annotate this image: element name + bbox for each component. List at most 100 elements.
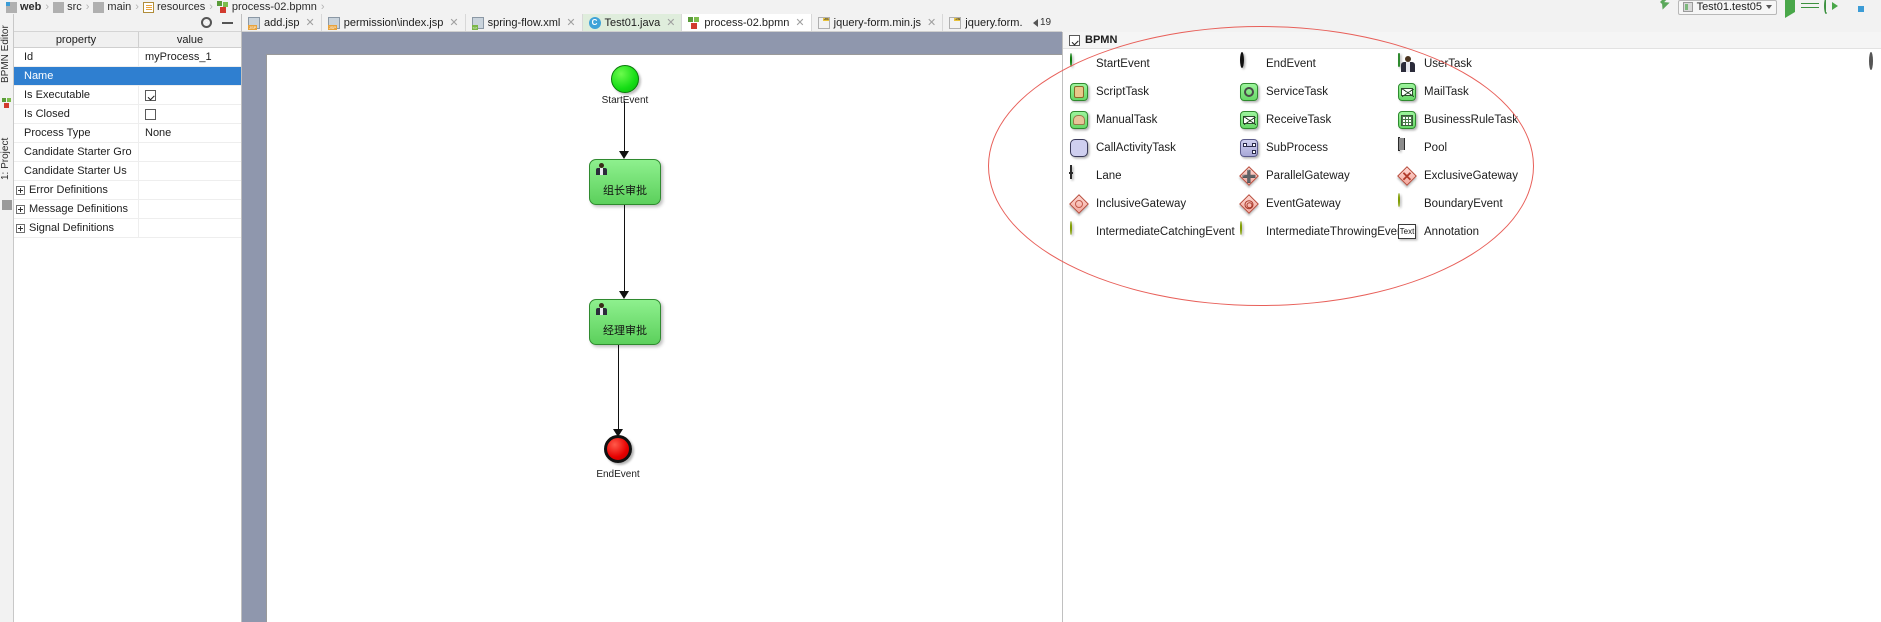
breadcrumb-item-web[interactable]: web bbox=[4, 1, 43, 13]
palette-item-service-task[interactable]: ServiceTask bbox=[1239, 81, 1397, 103]
manual-task-icon bbox=[1069, 110, 1089, 130]
js-file-icon bbox=[949, 16, 962, 29]
green-update-arrow-icon[interactable] bbox=[1658, 0, 1672, 14]
palette-item-sub-process[interactable]: SubProcess bbox=[1239, 137, 1397, 159]
palette-item-manual-task[interactable]: ManualTask bbox=[1069, 109, 1239, 131]
table-row[interactable]: Id myProcess_1 bbox=[14, 48, 241, 67]
property-value[interactable] bbox=[139, 143, 241, 161]
palette-item-mail-task[interactable]: MailTask bbox=[1397, 81, 1881, 103]
property-value[interactable] bbox=[139, 200, 241, 218]
property-value[interactable]: None bbox=[139, 124, 241, 142]
breadcrumb-item-process-02[interactable]: process-02.bpmn bbox=[215, 1, 319, 13]
table-row[interactable]: Name bbox=[14, 67, 241, 86]
minimize-icon[interactable] bbox=[222, 21, 233, 24]
palette-item-end-event[interactable]: EndEvent bbox=[1239, 52, 1397, 75]
property-value[interactable] bbox=[139, 67, 241, 85]
checkbox-is-closed[interactable] bbox=[145, 108, 156, 120]
bpmn-file-icon bbox=[2, 98, 12, 108]
close-icon[interactable]: ✕ bbox=[666, 16, 675, 29]
property-value[interactable]: myProcess_1 bbox=[139, 48, 241, 66]
end-event-icon bbox=[604, 435, 632, 463]
tab-process-02-bpmn[interactable]: process-02.bpmn ✕ bbox=[682, 14, 812, 31]
diagram-node-task-1[interactable]: 组长审批 bbox=[589, 159, 661, 205]
expand-icon[interactable] bbox=[16, 223, 25, 233]
run-with-coverage-button[interactable] bbox=[1823, 0, 1837, 14]
tab-label: permission\index.jsp bbox=[343, 16, 444, 29]
palette-item-pool[interactable]: Pool bbox=[1397, 137, 1881, 159]
breadcrumb-item-main[interactable]: main bbox=[91, 1, 133, 13]
property-value[interactable] bbox=[139, 219, 241, 237]
gear-icon[interactable] bbox=[201, 17, 212, 28]
breadcrumb-item-resources[interactable]: resources bbox=[141, 1, 207, 13]
property-key: Candidate Starter Gro bbox=[14, 143, 139, 161]
palette-item-lane[interactable]: Lane bbox=[1069, 165, 1239, 187]
tab-overflow-button[interactable]: 19 bbox=[1022, 14, 1062, 32]
palette-item-receive-task[interactable]: ReceiveTask bbox=[1239, 109, 1397, 131]
debug-button[interactable] bbox=[1803, 0, 1817, 14]
checkbox-is-executable[interactable] bbox=[145, 89, 156, 101]
palette-item-call-activity-task[interactable]: CallActivityTask bbox=[1069, 137, 1239, 159]
tab-label: Test01.java bbox=[604, 16, 661, 29]
palette-grid: StartEvent EndEvent UserTask ScriptTask … bbox=[1063, 49, 1881, 243]
editor-tab-bar: add.jsp ✕ permission\index.jsp ✕ spring-… bbox=[242, 14, 1062, 32]
palette-item-label: ReceiveTask bbox=[1266, 114, 1332, 126]
palette-item-script-task[interactable]: ScriptTask bbox=[1069, 81, 1239, 103]
table-row[interactable]: Signal Definitions bbox=[14, 219, 241, 238]
sidebar-item-bpmn-editor[interactable]: BPMN Editor bbox=[0, 16, 14, 92]
folder-icon bbox=[53, 1, 65, 13]
palette-item-annotation[interactable]: Text Annotation bbox=[1397, 221, 1881, 243]
tab-permission-index-jsp[interactable]: permission\index.jsp ✕ bbox=[321, 14, 466, 31]
palette-item-label: StartEvent bbox=[1096, 58, 1150, 70]
table-row[interactable]: Message Definitions bbox=[14, 200, 241, 219]
breadcrumb-item-src[interactable]: src bbox=[51, 1, 84, 13]
diagram-sheet[interactable]: StartEvent 组长审批 bbox=[266, 54, 1062, 622]
palette-item-parallel-gateway[interactable]: ➕ ParallelGateway bbox=[1239, 165, 1397, 187]
table-row[interactable]: Is Executable bbox=[14, 86, 241, 105]
close-icon[interactable]: ✕ bbox=[927, 16, 936, 29]
property-key: Error Definitions bbox=[14, 181, 139, 199]
table-row[interactable]: Process Type None bbox=[14, 124, 241, 143]
diagram-node-end-event[interactable]: EndEvent bbox=[596, 435, 640, 480]
property-value[interactable] bbox=[139, 105, 241, 123]
palette-item-inclusive-gateway[interactable]: InclusiveGateway bbox=[1069, 193, 1239, 215]
close-icon[interactable]: ✕ bbox=[795, 16, 804, 29]
palette-item-start-event[interactable]: StartEvent bbox=[1069, 53, 1239, 75]
palette-item-intermediate-catching-event[interactable]: IntermediateCatchingEvent bbox=[1069, 221, 1239, 243]
tab-add-jsp[interactable]: add.jsp ✕ bbox=[242, 14, 322, 31]
tab-overflow-count: 19 bbox=[1039, 17, 1052, 28]
close-icon[interactable]: ✕ bbox=[449, 16, 458, 29]
tab-test01-java[interactable]: C Test01.java ✕ bbox=[582, 14, 683, 31]
run-button[interactable] bbox=[1783, 0, 1797, 18]
tab-jquery-form-min-js[interactable]: jquery-form.min.js ✕ bbox=[811, 14, 944, 31]
palette-item-user-task[interactable]: UserTask bbox=[1397, 53, 1881, 75]
run-configuration-selector[interactable]: Test01.test05 bbox=[1677, 0, 1777, 15]
palette-item-exclusive-gateway[interactable]: ✕ ExclusiveGateway bbox=[1397, 165, 1881, 187]
diagram-node-start-event[interactable]: StartEvent bbox=[602, 65, 648, 106]
sidebar-item-project[interactable]: 1: Project bbox=[0, 126, 14, 192]
layout-button[interactable] bbox=[1863, 0, 1877, 14]
table-row[interactable]: Candidate Starter Us bbox=[14, 162, 241, 181]
close-icon[interactable]: ✕ bbox=[305, 16, 314, 29]
bpmn-diagram-canvas[interactable]: StartEvent 组长审批 bbox=[242, 32, 1062, 622]
tab-spring-flow-xml[interactable]: spring-flow.xml ✕ bbox=[465, 14, 583, 31]
property-key: Process Type bbox=[14, 124, 139, 142]
property-value[interactable] bbox=[139, 181, 241, 199]
stop-button[interactable] bbox=[1843, 0, 1857, 14]
palette-header[interactable]: BPMN bbox=[1063, 32, 1881, 49]
property-value[interactable] bbox=[139, 162, 241, 180]
close-icon[interactable]: ✕ bbox=[566, 16, 575, 29]
table-row[interactable]: Candidate Starter Gro bbox=[14, 143, 241, 162]
property-value[interactable] bbox=[139, 86, 241, 104]
palette-checkbox[interactable] bbox=[1069, 34, 1080, 46]
table-row[interactable]: Is Closed bbox=[14, 105, 241, 124]
expand-icon[interactable] bbox=[16, 185, 25, 195]
palette-item-intermediate-throwing-event[interactable]: IntermediateThrowingEvent bbox=[1239, 221, 1407, 243]
diagram-node-task-2[interactable]: 经理审批 bbox=[589, 299, 661, 345]
palette-settings-gear-icon[interactable] bbox=[1869, 52, 1873, 70]
palette-item-boundary-event[interactable]: BoundaryEvent bbox=[1397, 193, 1881, 215]
palette-item-label: Pool bbox=[1424, 142, 1448, 154]
table-row[interactable]: Error Definitions bbox=[14, 181, 241, 200]
expand-icon[interactable] bbox=[16, 204, 25, 214]
palette-item-event-gateway[interactable]: EventGateway bbox=[1239, 193, 1397, 215]
palette-item-business-rule-task[interactable]: BusinessRuleTask bbox=[1397, 109, 1881, 131]
